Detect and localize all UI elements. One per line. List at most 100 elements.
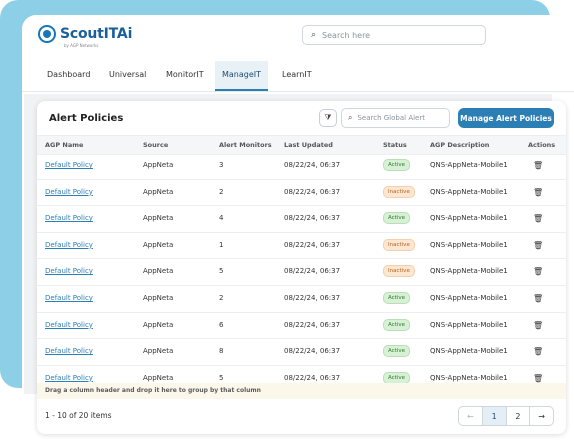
table-row: Default Policy AppNeta 3 08/22/24, 06:37 Act… bbox=[37, 153, 566, 180]
delete-button[interactable]: 🗑 bbox=[533, 313, 543, 339]
policy-name-link[interactable]: Default Policy bbox=[45, 233, 93, 259]
status-badge: Active bbox=[383, 371, 411, 384]
alert-monitors-cell: 4 bbox=[219, 214, 224, 223]
policy-name-link[interactable]: Default Policy bbox=[45, 259, 93, 285]
alert-search-input[interactable]: ⌕ Search Global Alert bbox=[341, 108, 450, 128]
status-badge: Active bbox=[383, 159, 411, 171]
page-button-1[interactable]: 1 bbox=[482, 407, 507, 425]
table-row: Default Policy AppNeta 5 08/22/24, 06:37 Ina… bbox=[37, 259, 566, 286]
panel-title: Alert Policies bbox=[49, 113, 124, 124]
trash-icon: 🗑 bbox=[533, 267, 544, 277]
search-icon: ⌕ bbox=[348, 113, 353, 122]
tab-universal[interactable]: Universal bbox=[102, 61, 153, 89]
table-row: Default Policy AppNeta 1 08/22/24, 06:37 Ina… bbox=[37, 233, 566, 260]
table-row: Default Policy AppNeta 2 08/22/24, 06:37 Ina… bbox=[37, 180, 566, 207]
status-badge: Active bbox=[383, 318, 411, 331]
delete-button[interactable]: 🗑 bbox=[533, 286, 543, 312]
description-cell: QNS-AppNeta-Mobile1 bbox=[430, 187, 508, 196]
policy-name-link[interactable]: Default Policy bbox=[45, 153, 93, 179]
column-header-status[interactable]: Status bbox=[383, 136, 407, 154]
page-button-2[interactable]: 2 bbox=[507, 407, 531, 425]
pagination: ← 1 2 → bbox=[458, 406, 554, 426]
top-bar: ScoutITAi by AGP Networks ⌕ Search here bbox=[22, 15, 574, 59]
column-header-agp-name[interactable]: AGP Name bbox=[45, 136, 83, 154]
status-badge: Active bbox=[383, 345, 411, 358]
policy-name-link[interactable]: Default Policy bbox=[45, 206, 93, 232]
source-cell: AppNeta bbox=[143, 187, 174, 196]
tab-manageit[interactable]: ManageIT bbox=[215, 61, 269, 91]
status-cell: Active bbox=[383, 286, 411, 312]
item-count: 1 - 10 of 20 items bbox=[45, 411, 112, 420]
logo-text: ScoutITAi bbox=[60, 26, 133, 42]
delete-button[interactable]: 🗑 bbox=[533, 233, 543, 259]
alert-search-placeholder: Search Global Alert bbox=[357, 114, 425, 122]
tab-learnit[interactable]: LearnIT bbox=[275, 61, 319, 89]
source-cell: AppNeta bbox=[143, 320, 174, 329]
prev-page-button[interactable]: ← bbox=[459, 407, 483, 425]
column-header-last-updated[interactable]: Last Updated bbox=[284, 136, 333, 154]
delete-button[interactable]: 🗑 bbox=[533, 206, 543, 232]
arrow-left-icon: ← bbox=[467, 411, 474, 421]
policy-name-link[interactable]: Default Policy bbox=[45, 286, 93, 312]
tab-dashboard[interactable]: Dashboard bbox=[40, 61, 97, 89]
column-header-alert-monitors[interactable]: Alert Monitors bbox=[219, 136, 272, 154]
last-updated-cell: 08/22/24, 06:37 bbox=[284, 347, 341, 356]
delete-button[interactable]: 🗑 bbox=[533, 180, 543, 206]
trash-icon: 🗑 bbox=[533, 187, 544, 197]
group-drop-zone[interactable]: Drag a column header and drop it here to… bbox=[37, 383, 566, 399]
delete-button[interactable]: 🗑 bbox=[533, 153, 543, 179]
policy-name-link[interactable]: Default Policy bbox=[45, 313, 93, 339]
last-updated-cell: 08/22/24, 06:37 bbox=[284, 161, 341, 169]
filter-icon: ⧩ bbox=[324, 113, 332, 122]
status-cell: Inactive bbox=[383, 180, 415, 206]
search-icon: ⌕ bbox=[311, 30, 317, 40]
alert-monitors-cell: 3 bbox=[219, 161, 224, 169]
status-badge: Active bbox=[383, 291, 411, 304]
arrow-right-icon: → bbox=[538, 411, 545, 421]
description-cell: QNS-AppNeta-Mobile1 bbox=[430, 267, 508, 276]
last-updated-cell: 08/22/24, 06:37 bbox=[284, 320, 341, 329]
nav-tabs: Dashboard Universal MonitorIT ManageIT L… bbox=[22, 61, 574, 92]
search-placeholder: Search here bbox=[322, 30, 371, 40]
trash-icon: 🗑 bbox=[533, 373, 544, 383]
last-updated-cell: 08/22/24, 06:37 bbox=[284, 293, 341, 302]
description-cell: QNS-AppNeta-Mobile1 bbox=[430, 293, 508, 302]
status-cell: Inactive bbox=[383, 233, 415, 259]
table-row: Default Policy AppNeta 2 08/22/24, 06:37 Act… bbox=[37, 286, 566, 313]
column-header-description[interactable]: AGP Description bbox=[430, 136, 489, 154]
description-cell: QNS-AppNeta-Mobile1 bbox=[430, 214, 508, 223]
status-cell: Active bbox=[383, 339, 411, 365]
alert-monitors-cell: 2 bbox=[219, 187, 224, 196]
status-badge: Inactive bbox=[383, 185, 415, 198]
column-header-source[interactable]: Source bbox=[143, 136, 168, 154]
filter-button[interactable]: ⧩ bbox=[319, 109, 337, 127]
last-updated-cell: 08/22/24, 06:37 bbox=[284, 187, 341, 196]
delete-button[interactable]: 🗑 bbox=[533, 339, 543, 365]
trash-icon: 🗑 bbox=[533, 161, 544, 170]
trash-icon: 🗑 bbox=[533, 347, 544, 357]
source-cell: AppNeta bbox=[143, 161, 174, 169]
policy-name-link[interactable]: Default Policy bbox=[45, 180, 93, 206]
alert-monitors-cell: 8 bbox=[219, 347, 224, 356]
table-row: Default Policy AppNeta 4 08/22/24, 06:37 Act… bbox=[37, 206, 566, 233]
next-page-button[interactable]: → bbox=[530, 407, 553, 425]
source-cell: AppNeta bbox=[143, 214, 174, 223]
description-cell: QNS-AppNeta-Mobile1 bbox=[430, 161, 508, 169]
policy-name-link[interactable]: Default Policy bbox=[45, 339, 93, 365]
manage-alert-policies-button[interactable]: Manage Alert Policies bbox=[458, 108, 554, 128]
delete-button[interactable]: 🗑 bbox=[533, 259, 543, 285]
logo-subtitle: by AGP Networks bbox=[64, 43, 99, 48]
source-cell: AppNeta bbox=[143, 267, 174, 276]
tab-monitorit[interactable]: MonitorIT bbox=[159, 61, 211, 89]
logo: ScoutITAi bbox=[38, 25, 132, 43]
trash-icon: 🗑 bbox=[533, 240, 544, 250]
last-updated-cell: 08/22/24, 06:37 bbox=[284, 214, 341, 223]
source-cell: AppNeta bbox=[143, 293, 174, 302]
status-cell: Active bbox=[383, 153, 411, 179]
trash-icon: 🗑 bbox=[533, 214, 544, 224]
source-cell: AppNeta bbox=[143, 347, 174, 356]
global-search-input[interactable]: ⌕ Search here bbox=[302, 25, 486, 45]
table-body: Default Policy AppNeta 3 08/22/24, 06:37 Act… bbox=[37, 153, 566, 393]
last-updated-cell: 08/22/24, 06:37 bbox=[284, 240, 341, 249]
description-cell: QNS-AppNeta-Mobile1 bbox=[430, 320, 508, 329]
